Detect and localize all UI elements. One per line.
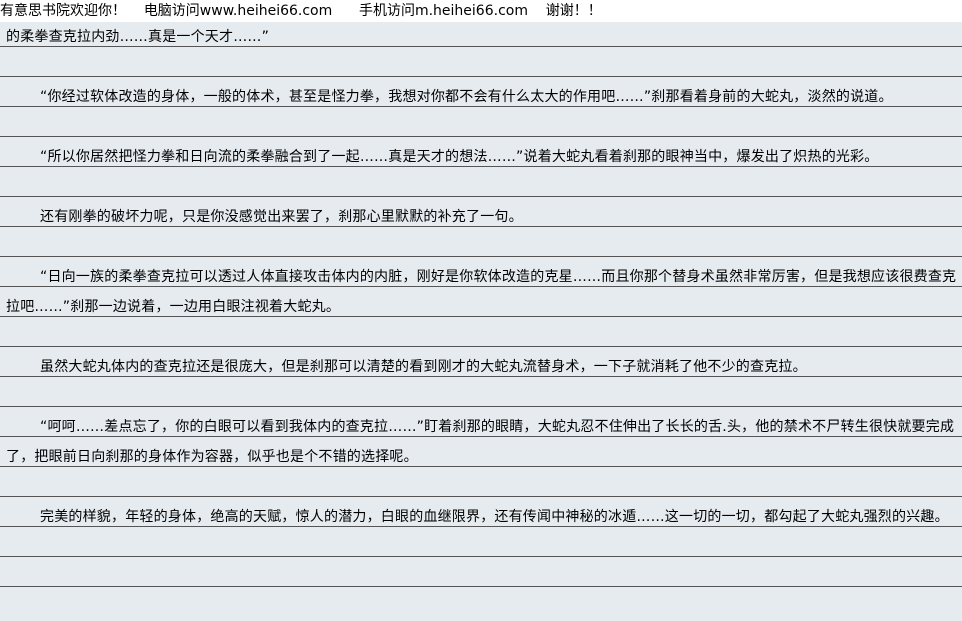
paragraph-4: 还有刚拳的破坏力呢，只是你没感觉出来罢了，刹那心里默默的补充了一句。: [40, 209, 523, 225]
paragraph-3: “所以你居然把怪力拳和日向流的柔拳融合到了一起……真是天才的想法……”说着大蛇丸…: [40, 149, 879, 165]
paragraph-5: “日向一族的柔拳查克拉可以透过人体直接攻击体内的内脏，刚好是你软体改造的克星………: [6, 269, 957, 315]
chapter-content: 的柔拳查克拉内劲……真是一个天才……” “你经过软体改造的身体，一般的体术，甚至…: [0, 22, 962, 621]
banner-thanks: 谢谢！！: [545, 3, 602, 19]
paragraph-2: “你经过软体改造的身体，一般的体术，甚至是怪力拳，我想对你都不会有什么太大的作用…: [40, 89, 893, 105]
paragraph-7: “呵呵……差点忘了，你的白眼可以看到我体内的查克拉……”盯着刹那的眼睛，大蛇丸忍…: [6, 419, 955, 465]
banner-welcome: 有意思书院欢迎你！: [0, 3, 126, 19]
paragraph-1: 的柔拳查克拉内劲……真是一个天才……”: [6, 29, 270, 45]
paragraph-8: 完美的样貌，年轻的身体，绝高的天赋，惊人的潜力，白眼的血继限界，还有传闻中神秘的…: [40, 509, 949, 525]
site-banner: 有意思书院欢迎你！ 电脑访问www.heihei66.com 手机访问m.hei…: [0, 0, 962, 22]
banner-pc-link[interactable]: 电脑访问www.heihei66.com: [144, 3, 332, 19]
paragraph-6: 虽然大蛇丸体内的查克拉还是很庞大，但是刹那可以清楚的看到刚才的大蛇丸流替身术，一…: [40, 359, 807, 375]
banner-mobile-link[interactable]: 手机访问m.heihei66.com: [359, 3, 528, 19]
